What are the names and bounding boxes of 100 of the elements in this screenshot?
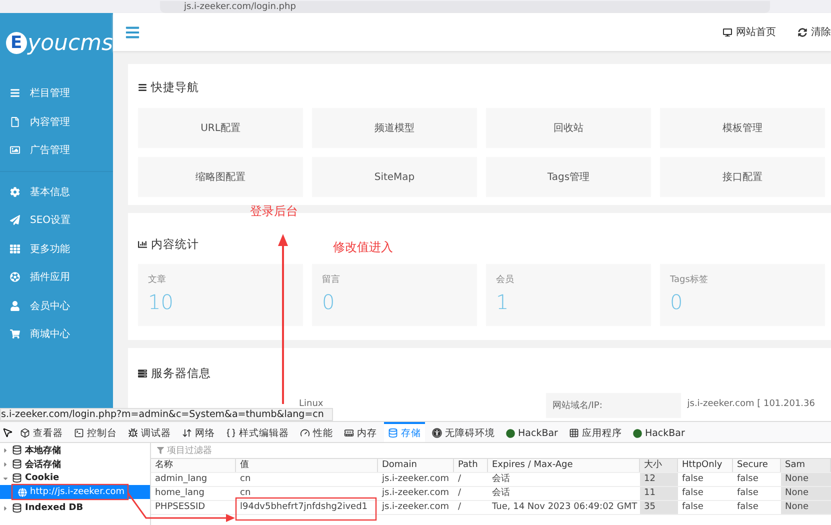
- column-header[interactable]: HttpOnly: [678, 459, 733, 472]
- table-cell: home_lang: [155, 487, 204, 500]
- header-link[interactable]: 清除: [798, 25, 831, 39]
- table-cell: 会话: [492, 473, 510, 486]
- table-cell: false: [737, 473, 758, 486]
- devtools-tab[interactable]: 调试器: [124, 422, 175, 442]
- column-header[interactable]: 值: [236, 459, 378, 472]
- devtools-tab[interactable]: 内存: [340, 422, 381, 442]
- tree-item[interactable]: Indexed DB: [0, 501, 150, 515]
- table-cell: 11: [644, 487, 656, 500]
- devtools-tab[interactable]: 控制台: [70, 422, 121, 442]
- console-icon: [74, 428, 84, 438]
- devtools-tab[interactable]: 样式编辑器: [222, 422, 293, 442]
- person-icon: [432, 428, 442, 438]
- memory-icon: [344, 428, 354, 438]
- quick-nav-tile[interactable]: 频道模型: [312, 108, 477, 148]
- annotation-text: 修改值进入: [333, 239, 393, 256]
- quick-nav-tile[interactable]: 缩略图配置: [138, 157, 303, 197]
- column-header[interactable]: Expires / Max-Age: [488, 459, 640, 472]
- column-header[interactable]: 名称: [151, 459, 236, 472]
- annotation-text: 登录后台: [250, 203, 298, 220]
- devtools-tab[interactable]: HackBar: [502, 422, 562, 442]
- devtools-tab[interactable]: 无障碍环境: [428, 422, 499, 442]
- table-cell: cn: [240, 487, 251, 500]
- devtools-tab[interactable]: 性能: [296, 422, 337, 442]
- pick-element-icon[interactable]: [2, 426, 13, 438]
- stat-label: 留言: [322, 274, 341, 286]
- filter-icon: [157, 447, 164, 454]
- tree-item[interactable]: 会话存储: [0, 457, 150, 471]
- gauge-icon: [300, 428, 310, 438]
- grid-icon: [10, 244, 20, 254]
- table-cell: js.i-zeeker.com: [382, 473, 449, 486]
- card-title: 内容统计: [151, 237, 199, 252]
- column-header[interactable]: Domain: [378, 459, 454, 472]
- tree-item[interactable]: 本地存储: [0, 443, 150, 457]
- arrows-icon: [182, 428, 192, 438]
- address-bar[interactable]: js.i-zeeker.com/login.php: [160, 1, 770, 13]
- quick-nav-tile[interactable]: 回收站: [486, 108, 651, 148]
- list-icon: [138, 83, 147, 92]
- column-header[interactable]: Path: [454, 459, 488, 472]
- storage-icon: [12, 473, 22, 483]
- table-cell: /: [458, 501, 462, 514]
- table-cell: None: [785, 473, 808, 486]
- stat-value: 10: [148, 290, 174, 314]
- table-cell: js.i-zeeker.com: [382, 501, 449, 514]
- list-icon: [10, 88, 20, 98]
- card-title: 服务器信息: [151, 366, 211, 381]
- quick-nav-tile[interactable]: SiteMap: [312, 157, 477, 197]
- stat-label: 文章: [148, 274, 167, 286]
- paper-plane-icon: [10, 215, 20, 226]
- table-cell: false: [682, 501, 704, 514]
- column-header[interactable]: 大小: [640, 459, 678, 472]
- gear-icon: [10, 186, 20, 197]
- table-cell: admin_lang: [155, 473, 208, 486]
- column-header[interactable]: Secure: [733, 459, 781, 472]
- menu-icon[interactable]: [125, 24, 140, 40]
- header-link[interactable]: 网站首页: [723, 25, 776, 39]
- stat-value: 1: [496, 290, 510, 314]
- table-cell: 12: [644, 473, 656, 486]
- devtools-tab[interactable]: 应用程序: [564, 422, 626, 442]
- stat-value: 0: [322, 290, 336, 314]
- card-title: 快捷导航: [151, 80, 199, 95]
- quick-nav-tile[interactable]: 模板管理: [660, 108, 825, 148]
- tree-item[interactable]: Cookie: [0, 471, 150, 485]
- table-cell: Tue, 14 Nov 2023 06:49:02 GMT: [492, 501, 638, 514]
- table-cell: /: [458, 473, 462, 486]
- devtools-tab[interactable]: HackBar: [628, 422, 689, 442]
- bar-chart-icon: [138, 240, 147, 249]
- bug-icon: [128, 428, 138, 438]
- tree-item[interactable]: http://js.i-zeeker.com: [0, 485, 150, 499]
- globe-icon: [18, 488, 27, 496]
- status-url: s.i-zeeker.com/login.php?m=admin&c=System&a=thumb&lang=cn: [0, 408, 333, 421]
- circle-icon: [506, 428, 515, 438]
- table-cell: cn: [240, 473, 251, 486]
- logo-icon: E: [6, 32, 27, 54]
- devtools-tab[interactable]: 网络: [178, 422, 219, 442]
- user-icon: [10, 300, 20, 311]
- apps-grid-icon: [568, 428, 579, 438]
- table-cell: false: [737, 501, 758, 514]
- table-cell: None: [785, 501, 808, 514]
- stat-value: 0: [670, 290, 684, 314]
- quick-nav-tile[interactable]: URL配置: [138, 108, 303, 148]
- quick-nav-tile[interactable]: 接口配置: [660, 157, 825, 197]
- storage-icon: [388, 428, 398, 438]
- image-icon: [10, 145, 20, 156]
- devtools-tab[interactable]: 查看器: [16, 422, 67, 442]
- column-header[interactable]: Sam: [781, 459, 831, 472]
- stat-label: Tags标签: [670, 274, 709, 286]
- table-cell: false: [737, 487, 758, 500]
- braces-icon: [226, 428, 236, 438]
- table-cell: None: [785, 487, 808, 500]
- devtools-tab[interactable]: 存储: [384, 422, 425, 442]
- refresh-icon: [798, 28, 807, 36]
- circle-icon: [632, 428, 642, 438]
- table-cell: false: [682, 487, 704, 500]
- table-cell: /: [458, 487, 462, 500]
- domain-label: 网站域名/IP:: [546, 393, 682, 418]
- cart-icon: [10, 329, 20, 340]
- quick-nav-tile[interactable]: Tags管理: [486, 157, 651, 197]
- logo-text: youcms: [28, 30, 113, 56]
